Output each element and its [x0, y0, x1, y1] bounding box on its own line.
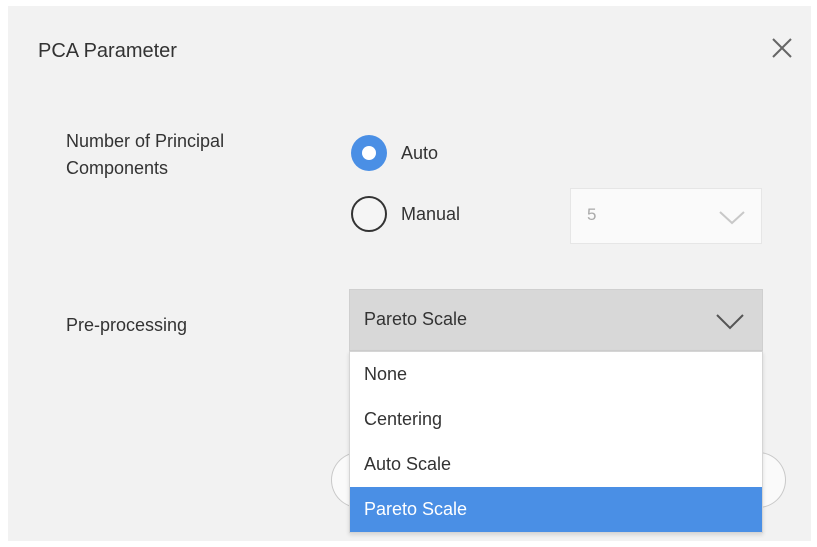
option-none[interactable]: None [350, 352, 762, 397]
manual-components-select: 5 [570, 188, 762, 244]
preprocessing-label: Pre-processing [66, 315, 188, 335]
chevron-down-icon [719, 211, 745, 225]
radio-manual[interactable]: Manual [351, 196, 460, 232]
preprocessing-select[interactable]: Pareto Scale [349, 289, 763, 351]
radio-auto-label: Auto [401, 142, 439, 163]
principal-components-label: Number of Principal Components [66, 131, 225, 178]
option-auto-scale[interactable]: Auto Scale [350, 442, 762, 487]
radio-manual-label: Manual [401, 203, 461, 224]
radio-auto[interactable]: Auto [351, 135, 438, 171]
preprocessing-dropdown-list: None Centering Auto Scale Pareto Scale [349, 351, 763, 533]
manual-components-value: 5 [587, 205, 597, 224]
radio-auto-button[interactable] [351, 135, 387, 171]
option-pareto-scale[interactable]: Pareto Scale [350, 487, 762, 532]
close-icon[interactable] [766, 32, 798, 64]
pca-parameter-dialog: PCA Parameter Number of Principal Compon… [8, 6, 811, 541]
radio-manual-button[interactable] [351, 196, 387, 232]
preprocessing-selected-value: Pareto Scale [364, 309, 468, 329]
dialog-title: PCA Parameter [38, 40, 177, 62]
option-centering[interactable]: Centering [350, 397, 762, 442]
chevron-down-icon [716, 314, 744, 330]
